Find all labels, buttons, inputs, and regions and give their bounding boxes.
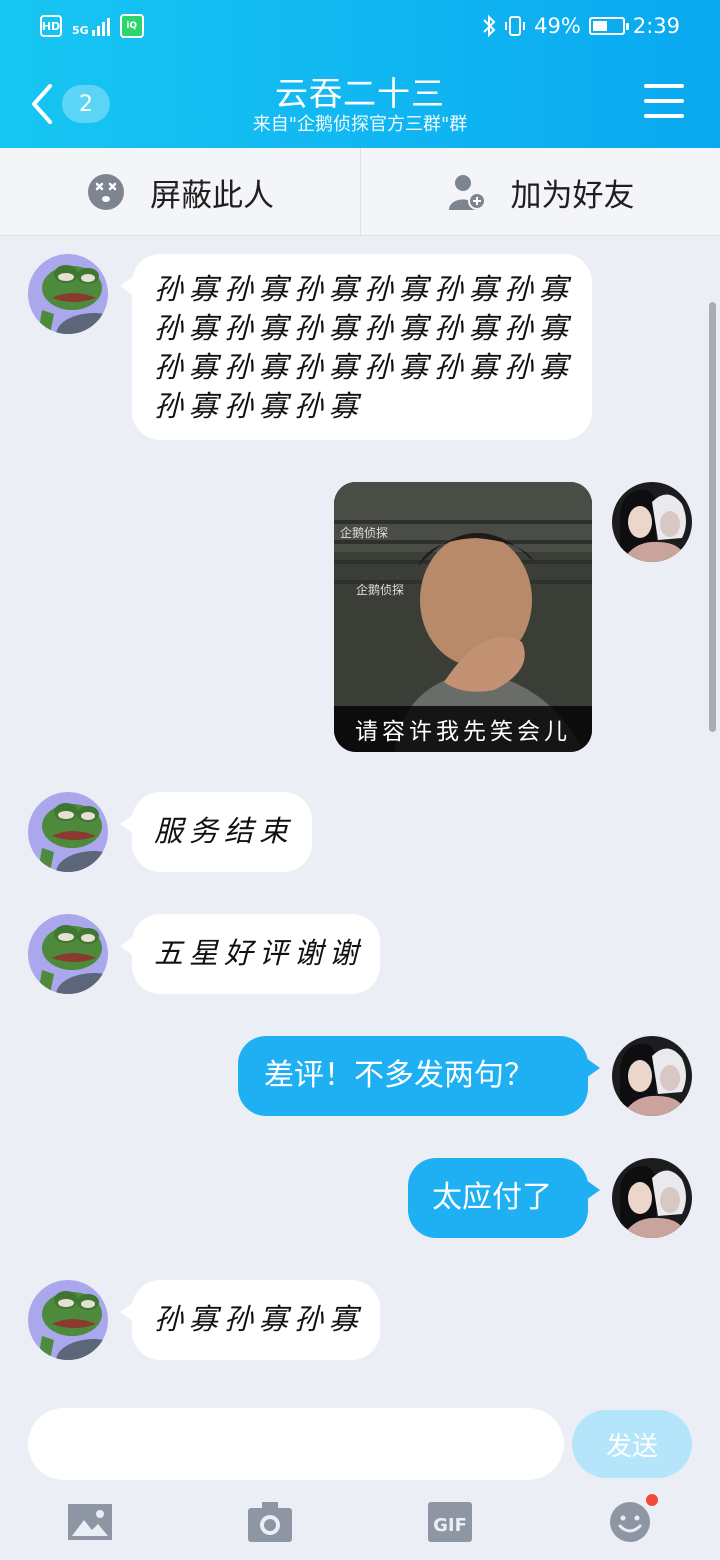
message-text: 太应付了 — [432, 1180, 552, 1215]
page-subtitle: 来自"企鹅侦探官方三群"群 — [252, 114, 468, 135]
status-bar: HD 5G iQ 49% 2:39 — [0, 0, 720, 56]
clock: 2:39 — [632, 14, 680, 38]
add-friend-label: 加为好友 — [510, 177, 635, 214]
message-bubble-received[interactable]: 孙寡孙寡孙寡孙寡孙寡孙寡 孙寡孙寡孙寡孙寡孙寡孙寡 孙寡孙寡孙寡孙寡孙寡孙寡 孙… — [120, 254, 592, 440]
avatar-frog[interactable] — [28, 914, 108, 994]
self-avatar-image — [612, 1158, 692, 1238]
menu-icon-line — [644, 99, 684, 103]
action-bar: 屏蔽此人 加为好友 — [0, 148, 720, 236]
menu-icon-line — [644, 84, 684, 88]
input-bar: 发送 GIF — [0, 1396, 720, 1560]
block-face-icon — [88, 174, 124, 210]
iqiyi-app-icon: iQ — [119, 14, 144, 38]
camera-icon[interactable] — [246, 1500, 294, 1544]
self-avatar-image — [612, 1036, 692, 1116]
add-friend-button[interactable]: 加为好友 — [360, 148, 720, 236]
message-text: 孙寡孙寡孙寡 — [154, 1302, 365, 1336]
message-text-line: 孙寡孙寡孙寡孙寡孙寡孙寡 — [154, 311, 575, 345]
hd-indicator: HD — [40, 15, 62, 37]
message-text: 服务结束 — [154, 814, 295, 848]
frog-avatar-image — [28, 792, 108, 872]
image-icon[interactable] — [66, 1500, 114, 1544]
message-bubble-sent[interactable]: 太应付了 — [408, 1158, 600, 1238]
message-text: 差评！不多发两句？ — [264, 1058, 534, 1093]
vibrate-icon — [505, 16, 526, 36]
avatar-frog[interactable] — [28, 1280, 108, 1360]
back-button[interactable]: 2 — [28, 80, 118, 128]
message-input[interactable] — [28, 1408, 564, 1480]
menu-icon-line — [644, 114, 684, 118]
message-bubble-received[interactable]: 孙寡孙寡孙寡 — [120, 1280, 380, 1360]
message-bubble-received[interactable]: 五星好评谢谢 — [120, 914, 380, 994]
network-label: 5G — [72, 24, 89, 37]
avatar-self[interactable] — [612, 482, 692, 562]
battery-fill — [592, 21, 607, 31]
frog-avatar-image — [28, 1280, 108, 1360]
gif-icon[interactable]: GIF — [426, 1500, 474, 1544]
message-list[interactable]: 孙寡孙寡孙寡孙寡孙寡孙寡 孙寡孙寡孙寡孙寡孙寡孙寡 孙寡孙寡孙寡孙寡孙寡孙寡 孙… — [0, 236, 720, 1396]
image-message[interactable]: 企鹅侦探 企鹅侦探 请容许我先笑会儿 — [334, 482, 592, 752]
emoji-icon[interactable] — [606, 1494, 658, 1544]
unread-count-badge: 2 — [62, 85, 110, 123]
notification-dot — [646, 1494, 658, 1506]
battery-percent: 49% — [534, 14, 581, 38]
image-caption: 请容许我先笑会儿 — [334, 706, 592, 752]
network-indicator: 5G — [72, 16, 110, 36]
signal-icon — [91, 16, 110, 36]
svg-text:企鹅侦探: 企鹅侦探 — [340, 525, 388, 540]
message-text-line: 孙寡孙寡孙寡孙寡孙寡孙寡 — [154, 350, 575, 384]
message-bubble-sent[interactable]: 差评！不多发两句？ — [238, 1036, 600, 1116]
avatar-frog[interactable] — [28, 792, 108, 872]
frog-avatar-image — [28, 254, 108, 334]
status-right: 49% 2:39 — [482, 14, 680, 38]
input-toolbar: GIF — [0, 1494, 720, 1548]
status-left: HD 5G iQ — [40, 14, 144, 38]
svg-text:企鹅侦探: 企鹅侦探 — [356, 582, 404, 597]
battery-icon — [588, 17, 629, 35]
title-area: 云吞二十三 来自"企鹅侦探官方三群"群 — [160, 74, 560, 136]
message-text: 五星好评谢谢 — [154, 936, 365, 970]
avatar-frog[interactable] — [28, 254, 108, 334]
chevron-left-icon — [32, 84, 52, 124]
message-text-line: 孙寡孙寡孙寡孙寡孙寡孙寡 — [154, 272, 575, 306]
frog-avatar-image — [28, 914, 108, 994]
avatar-self[interactable] — [612, 1036, 692, 1116]
add-user-icon — [448, 175, 486, 210]
message-bubble-received[interactable]: 服务结束 — [120, 792, 312, 872]
scrollbar[interactable] — [709, 302, 716, 732]
gif-label: GIF — [433, 1515, 467, 1536]
page-title: 云吞二十三 — [275, 74, 445, 113]
menu-button[interactable] — [644, 84, 684, 118]
send-button[interactable]: 发送 — [572, 1410, 692, 1478]
bluetooth-icon — [483, 14, 496, 38]
self-avatar-image — [612, 482, 692, 562]
chat-header: HD 5G iQ 49% 2:39 2 云吞二十三 来自"企鹅侦探官方三群"群 — [0, 0, 720, 148]
message-text-line: 孙寡孙寡孙寡 — [154, 389, 365, 423]
block-user-button[interactable]: 屏蔽此人 — [0, 148, 360, 236]
block-user-label: 屏蔽此人 — [150, 177, 274, 214]
avatar-self[interactable] — [612, 1158, 692, 1238]
